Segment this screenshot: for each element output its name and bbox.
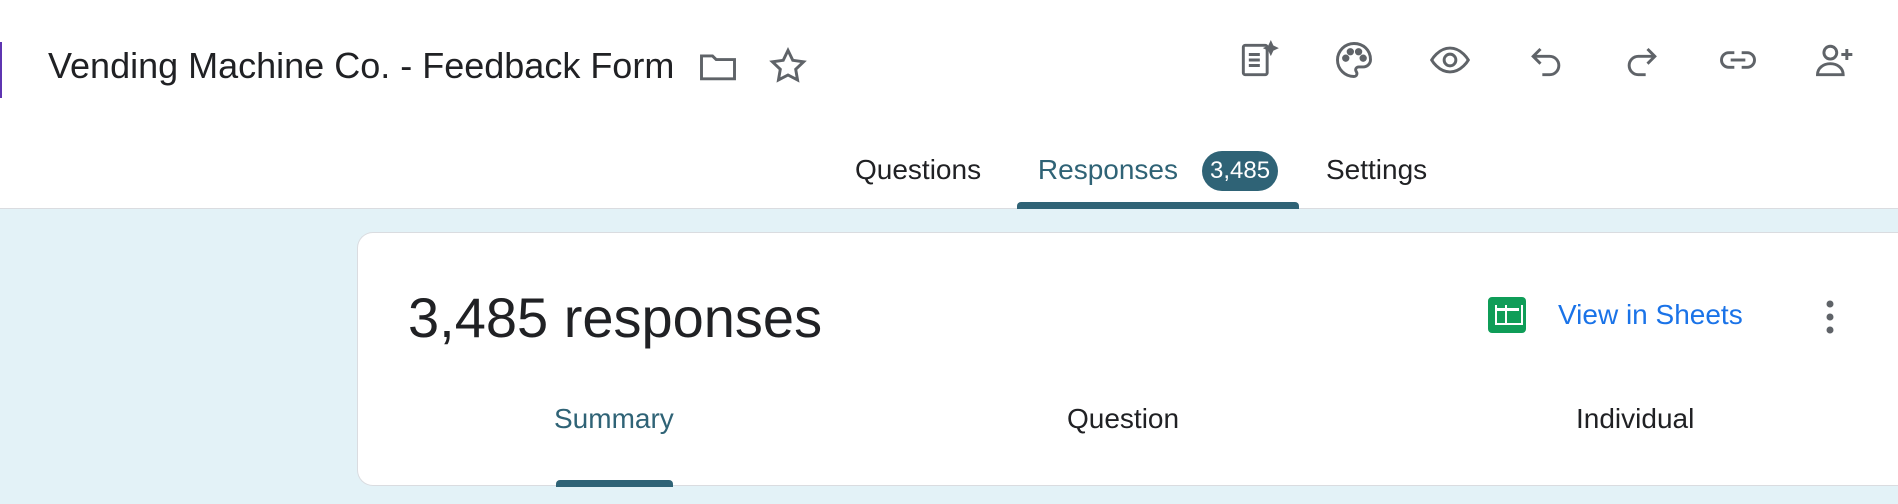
add-collaborator-icon[interactable] (1786, 36, 1882, 84)
preview-eye-icon[interactable] (1402, 36, 1498, 84)
title-area: Vending Machine Co. - Feedback Form (48, 40, 812, 92)
more-vertical-icon[interactable] (1806, 293, 1854, 341)
tab-summary[interactable]: Summary (554, 403, 674, 435)
active-subtab-indicator (556, 480, 673, 487)
responses-count-heading: 3,485 responses (408, 286, 823, 349)
tab-questions-label: Questions (855, 154, 982, 185)
toolbar (1210, 36, 1882, 84)
top-bar: Vending Machine Co. - Feedback Form Ques… (0, 0, 1898, 209)
active-tab-indicator (1017, 202, 1299, 209)
tab-settings[interactable]: Settings (1326, 140, 1427, 209)
folder-icon[interactable] (694, 42, 742, 90)
response-view-tabs: Summary Question Individual (358, 403, 1898, 487)
side-accent-bar (0, 42, 2, 98)
tab-questions[interactable]: Questions (855, 140, 981, 209)
sheets-icon (1488, 297, 1526, 333)
redo-icon[interactable] (1594, 36, 1690, 84)
customize-form-icon[interactable] (1210, 36, 1306, 84)
link-icon[interactable] (1690, 36, 1786, 84)
tab-responses-label: Responses (1037, 154, 1179, 185)
form-title[interactable]: Vending Machine Co. - Feedback Form (48, 45, 674, 87)
responses-count-badge: 3,485 (1202, 151, 1279, 191)
tab-individual[interactable]: Individual (1576, 403, 1694, 435)
tab-responses[interactable]: Responses 3,485 (1017, 140, 1299, 209)
form-tabs: Questions Responses 3,485 Settings (0, 140, 1898, 209)
responses-summary-card: 3,485 responses View in Sheets Summary Q… (357, 232, 1898, 487)
undo-icon[interactable] (1498, 36, 1594, 84)
tab-question[interactable]: Question (1067, 403, 1179, 435)
tab-settings-label: Settings (1326, 154, 1428, 185)
view-in-sheets-label: View in Sheets (1558, 299, 1743, 330)
view-in-sheets-button[interactable]: View in Sheets (1488, 291, 1743, 339)
palette-icon[interactable] (1306, 36, 1402, 84)
star-icon[interactable] (764, 42, 812, 90)
